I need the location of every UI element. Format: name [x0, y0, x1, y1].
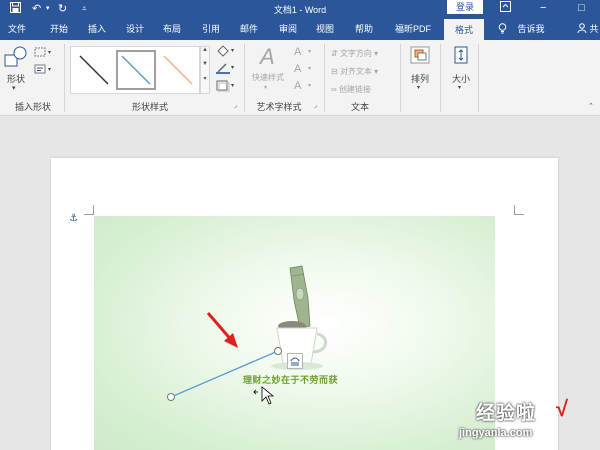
- shape-outline-icon[interactable]: [216, 62, 230, 76]
- watermark-text: 经验啦: [476, 403, 537, 424]
- ribbon-tab-bar: 文件 开始 插入 设计 布局 引用 邮件 审阅 视图 帮助 福昕PDF 格式 告…: [0, 19, 600, 40]
- title-bar: ↶ ▾ ↻ ⩡ 文档1 - Word 登录 − □: [0, 0, 600, 19]
- shapes-dropdown-icon[interactable]: ▾: [12, 84, 16, 92]
- share-label: 共: [589, 24, 599, 34]
- inserted-picture[interactable]: [94, 216, 495, 450]
- align-text-button[interactable]: ⊟ 对齐文本 ▾: [331, 66, 378, 77]
- arrange-dropdown-icon[interactable]: ▾: [417, 84, 420, 91]
- group-separator: [324, 44, 325, 112]
- tab-file[interactable]: 文件: [2, 19, 32, 40]
- shape-styles-launcher-icon[interactable]: ⌟: [234, 102, 237, 109]
- quick-styles-label[interactable]: 快速样式: [252, 72, 284, 83]
- shapes-gallery-icon[interactable]: [4, 46, 28, 70]
- group-label-insert-shapes: 插入形状: [14, 102, 51, 112]
- align-text-icon: ⊟: [331, 67, 338, 76]
- minimize-icon[interactable]: −: [540, 1, 546, 15]
- layout-options-button[interactable]: [287, 353, 303, 369]
- group-separator: [478, 44, 479, 112]
- text-direction-button[interactable]: ⇵ 文字方向 ▾: [331, 48, 378, 59]
- picture-caption: 理财之妙在于不劳而获: [243, 375, 339, 385]
- shape-style-swatch-dark[interactable]: [74, 50, 114, 90]
- text-fill-dropdown-icon[interactable]: ▾: [308, 48, 311, 55]
- shape-style-swatch-blue[interactable]: [116, 50, 156, 90]
- create-link-button[interactable]: ∞ 创建链接: [331, 84, 371, 95]
- tab-view[interactable]: 视图: [310, 19, 340, 40]
- group-label-wordart-styles: 艺术字样式: [256, 102, 302, 112]
- scroll-up-icon[interactable]: ▲: [201, 47, 209, 53]
- text-effects-dropdown-icon[interactable]: ▾: [308, 82, 311, 89]
- quick-styles-icon[interactable]: A: [260, 44, 275, 70]
- restore-icon[interactable]: □: [578, 1, 585, 15]
- text-direction-icon: ⇵: [331, 49, 338, 58]
- layout-options-icon: [288, 357, 302, 370]
- tab-home[interactable]: 开始: [44, 19, 74, 40]
- tab-layout[interactable]: 布局: [157, 19, 187, 40]
- watermark-check-icon: √: [556, 396, 569, 421]
- text-outline-icon[interactable]: A: [294, 63, 301, 75]
- text-fill-icon[interactable]: A: [294, 46, 301, 58]
- text-outline-dropdown-icon[interactable]: ▾: [308, 65, 311, 72]
- tab-format[interactable]: 格式: [444, 19, 484, 40]
- text-box-dropdown-icon[interactable]: ▾: [48, 66, 51, 73]
- group-label-shape-styles: 形状样式: [131, 102, 168, 112]
- shape-fill-dropdown-icon[interactable]: ▾: [231, 47, 234, 54]
- edit-shape-dropdown-icon[interactable]: ▾: [48, 49, 51, 56]
- size-dropdown-icon[interactable]: ▾: [458, 84, 461, 91]
- shape-effects-dropdown-icon[interactable]: ▾: [231, 82, 234, 89]
- ribbon-display-options-icon[interactable]: [500, 1, 511, 16]
- text-direction-label: 文字方向: [339, 49, 372, 58]
- collapse-ribbon-icon[interactable]: ⌃: [588, 102, 594, 110]
- text-direction-dropdown-icon: ▾: [374, 49, 379, 58]
- wordart-launcher-icon[interactable]: ⌟: [314, 102, 317, 109]
- anchor-icon: ⚓: [69, 213, 78, 224]
- group-separator: [440, 44, 441, 112]
- login-button[interactable]: 登录: [447, 0, 483, 14]
- shape-outline-dropdown-icon[interactable]: ▾: [231, 64, 234, 71]
- text-effects-icon[interactable]: A: [294, 80, 301, 92]
- margin-corner-mark: [514, 205, 524, 215]
- tab-design[interactable]: 设计: [120, 19, 150, 40]
- lightbulb-icon: [498, 23, 510, 34]
- group-separator: [244, 44, 245, 112]
- align-text-label: 对齐文本: [339, 67, 372, 76]
- tab-foxit-pdf[interactable]: 福昕PDF: [390, 19, 436, 40]
- group-separator: [400, 44, 401, 112]
- create-link-label: 创建链接: [338, 85, 371, 94]
- group-separator: [64, 44, 65, 112]
- scroll-down-icon[interactable]: ▼: [201, 61, 209, 67]
- shape-style-swatch-orange[interactable]: [158, 50, 198, 90]
- share-button[interactable]: 共: [577, 19, 599, 40]
- watermark-url: jingyanla.com: [459, 427, 533, 439]
- link-icon: ∞: [331, 85, 337, 94]
- edit-shape-icon[interactable]: [34, 47, 48, 59]
- quick-styles-dropdown-icon[interactable]: ▾: [264, 84, 267, 91]
- money-cup-illustration: [271, 265, 327, 370]
- tab-references[interactable]: 引用: [196, 19, 226, 40]
- size-icon[interactable]: [452, 46, 470, 66]
- tab-review[interactable]: 审阅: [273, 19, 303, 40]
- tab-insert[interactable]: 插入: [82, 19, 112, 40]
- tab-mailings[interactable]: 邮件: [234, 19, 264, 40]
- ribbon: 形状 ▾ ▾ ▾ 插入形状 ▲ ▼ ▾ ▾ ▾ ▾ 形状样式 ⌟ A 快速样式 …: [0, 40, 600, 116]
- group-label-text: 文本: [350, 102, 369, 112]
- text-box-icon[interactable]: [34, 64, 48, 76]
- tell-me-search[interactable]: 告诉我: [498, 19, 545, 40]
- margin-corner-mark: [84, 205, 94, 215]
- arrange-icon[interactable]: [410, 46, 430, 66]
- shape-effects-icon[interactable]: [216, 80, 230, 94]
- align-text-dropdown-icon: ▾: [374, 67, 379, 76]
- shapes-label[interactable]: 形状: [7, 72, 25, 85]
- person-icon: [577, 23, 590, 34]
- tab-help[interactable]: 帮助: [349, 19, 379, 40]
- gallery-more-icon[interactable]: ▾: [201, 75, 209, 82]
- tell-me-label: 告诉我: [517, 24, 545, 34]
- shape-styles-gallery: [70, 46, 200, 94]
- shape-styles-scroll[interactable]: ▲ ▼ ▾: [200, 46, 210, 94]
- shape-fill-icon[interactable]: [216, 45, 230, 59]
